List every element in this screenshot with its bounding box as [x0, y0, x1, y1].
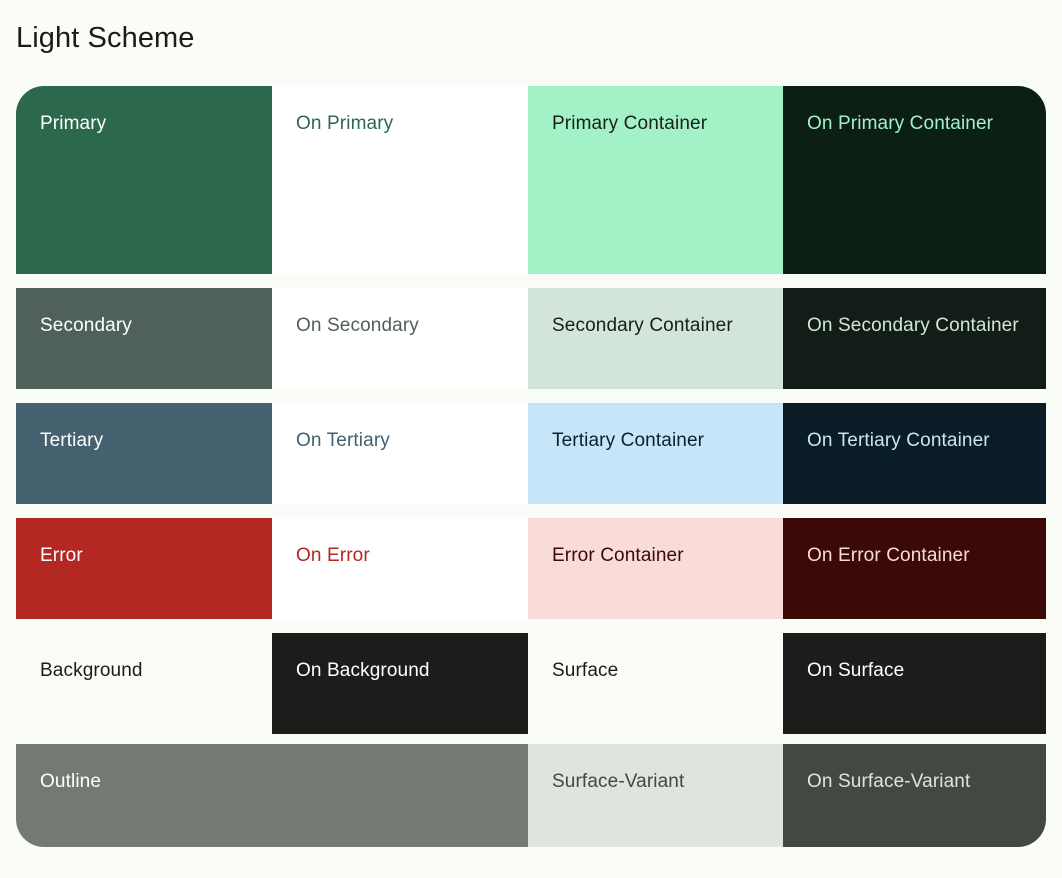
swatch-primary-container-label: Primary Container	[552, 113, 708, 134]
swatch-on-error-container-label: On Error Container	[807, 545, 970, 566]
swatch-tertiary[interactable]: Tertiary	[16, 403, 272, 504]
scheme-row-tertiary: Tertiary On Tertiary Tertiary Container …	[16, 403, 1046, 504]
swatch-error-container-label: Error Container	[552, 545, 684, 566]
swatch-secondary-container[interactable]: Secondary Container	[528, 288, 783, 389]
swatch-primary-label: Primary	[40, 113, 107, 134]
swatch-on-tertiary-container-label: On Tertiary Container	[807, 430, 990, 451]
swatch-on-surface[interactable]: On Surface	[783, 633, 1046, 734]
swatch-primary-container[interactable]: Primary Container	[528, 86, 783, 274]
scheme-row-outline: Outline Surface-Variant On Surface-Varia…	[16, 744, 1046, 847]
swatch-secondary[interactable]: Secondary	[16, 288, 272, 389]
swatch-on-secondary-container-label: On Secondary Container	[807, 315, 1019, 336]
swatch-primary[interactable]: Primary	[16, 86, 272, 274]
swatch-on-background[interactable]: On Background	[272, 633, 528, 734]
page-title: Light Scheme	[16, 22, 195, 54]
swatch-surface[interactable]: Surface	[528, 633, 783, 734]
swatch-on-error-container[interactable]: On Error Container	[783, 518, 1046, 619]
swatch-on-background-label: On Background	[296, 660, 430, 681]
color-scheme-grid: Primary On Primary Primary Container On …	[16, 86, 1046, 847]
swatch-on-primary-label: On Primary	[296, 113, 394, 134]
swatch-on-primary[interactable]: On Primary	[272, 86, 528, 274]
swatch-on-error[interactable]: On Error	[272, 518, 528, 619]
swatch-surface-variant[interactable]: Surface-Variant	[528, 744, 783, 847]
swatch-on-secondary-container[interactable]: On Secondary Container	[783, 288, 1046, 389]
swatch-error-container[interactable]: Error Container	[528, 518, 783, 619]
swatch-secondary-container-label: Secondary Container	[552, 315, 733, 336]
swatch-tertiary-label: Tertiary	[40, 430, 104, 451]
swatch-on-tertiary-label: On Tertiary	[296, 430, 390, 451]
swatch-on-surface-variant-label: On Surface-Variant	[807, 771, 971, 792]
swatch-surface-label: Surface	[552, 660, 619, 681]
swatch-on-surface-variant[interactable]: On Surface-Variant	[783, 744, 1046, 847]
swatch-background-label: Background	[40, 660, 143, 681]
swatch-tertiary-container[interactable]: Tertiary Container	[528, 403, 783, 504]
scheme-row-primary: Primary On Primary Primary Container On …	[16, 86, 1046, 274]
swatch-surface-variant-label: Surface-Variant	[552, 771, 685, 792]
swatch-background[interactable]: Background	[16, 633, 272, 734]
swatch-outline-label: Outline	[40, 771, 102, 792]
swatch-on-secondary[interactable]: On Secondary	[272, 288, 528, 389]
swatch-on-surface-label: On Surface	[807, 660, 905, 681]
scheme-row-surface: Background On Background Surface On Surf…	[16, 633, 1046, 734]
swatch-on-primary-container-label: On Primary Container	[807, 113, 994, 134]
swatch-on-error-label: On Error	[296, 545, 370, 566]
light-scheme-page: Light Scheme Primary On Primary Primary …	[0, 0, 1062, 878]
swatch-on-secondary-label: On Secondary	[296, 315, 419, 336]
swatch-secondary-label: Secondary	[40, 315, 132, 336]
swatch-on-primary-container[interactable]: On Primary Container	[783, 86, 1046, 274]
scheme-row-error: Error On Error Error Container On Error …	[16, 518, 1046, 619]
swatch-on-tertiary[interactable]: On Tertiary	[272, 403, 528, 504]
swatch-error-label: Error	[40, 545, 83, 566]
swatch-on-tertiary-container[interactable]: On Tertiary Container	[783, 403, 1046, 504]
scheme-row-secondary: Secondary On Secondary Secondary Contain…	[16, 288, 1046, 389]
swatch-error[interactable]: Error	[16, 518, 272, 619]
swatch-tertiary-container-label: Tertiary Container	[552, 430, 705, 451]
swatch-outline[interactable]: Outline	[16, 744, 528, 847]
